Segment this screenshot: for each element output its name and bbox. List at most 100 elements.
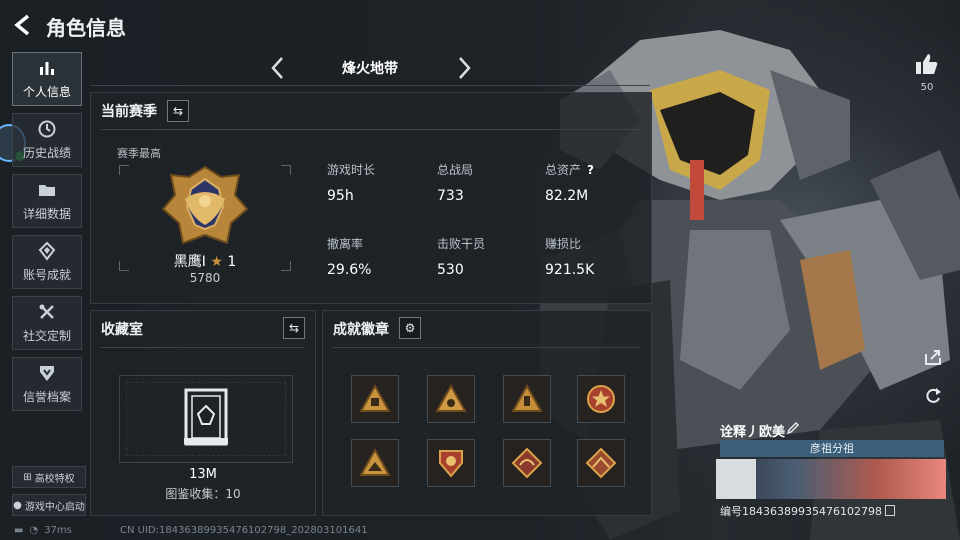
avatar[interactable] <box>716 459 756 499</box>
player-id: 编号18436389935476102798 <box>720 505 882 518</box>
left-nav: 个人信息 历史战绩 详细数据 账号成就 社交定制 信誉档案 <box>12 52 82 418</box>
top-bar: 角色信息 <box>0 0 960 50</box>
stat-value: 733 <box>437 188 464 204</box>
nav-item-social[interactable]: 社交定制 <box>12 296 82 350</box>
season-title: 当前赛季 <box>101 104 157 120</box>
stat-value: 921.5K <box>545 262 595 278</box>
next-map-chevron-icon[interactable] <box>454 55 474 81</box>
nav-label: 个人信息 <box>22 85 71 99</box>
rank-name-row: 黑鹰Ⅰ ★ 1 <box>119 251 291 271</box>
nav-label: 社交定制 <box>22 329 71 343</box>
rank-name: 黑鹰Ⅰ <box>173 254 206 270</box>
stat-total-matches: 总战局 733 <box>437 161 547 204</box>
star-icon: ★ <box>210 254 223 270</box>
folder-icon <box>39 185 55 196</box>
shield-badge-icon <box>439 450 463 478</box>
stat-value: 95h <box>327 188 354 204</box>
campus-privilege-button[interactable]: ⊞ 高校特权 <box>12 466 86 488</box>
map-name: 烽火地带 <box>342 61 398 77</box>
like-button[interactable]: 50 <box>912 52 942 93</box>
stat-kills: 击败干员 530 <box>437 235 547 278</box>
wifi-icon: ◔ <box>29 525 39 536</box>
collection-title: 收藏室 <box>101 322 143 338</box>
achievements-title: 成就徽章 <box>333 322 389 338</box>
nav-item-history[interactable]: 历史战绩 <box>12 113 82 167</box>
refresh-button[interactable] <box>920 383 946 409</box>
tools-icon <box>39 304 54 319</box>
stat-value: 29.6% <box>327 262 372 278</box>
diamond-badge-icon <box>585 447 617 479</box>
triangle-badge-icon <box>359 447 391 476</box>
uid-footer: CN UID:18436389935476102798_202803101641 <box>120 525 368 536</box>
vault-frame[interactable] <box>119 375 293 463</box>
star-badge-icon <box>587 385 615 413</box>
campus-label: 高校特权 <box>34 473 75 485</box>
achievement-badge[interactable] <box>351 439 399 487</box>
nav-label: 详细数据 <box>22 207 71 221</box>
stat-value: 82.2M <box>545 188 589 204</box>
nav-item-profile[interactable]: 个人信息 <box>12 52 82 106</box>
campus-icon: ⊞ <box>23 471 32 483</box>
stat-label-row: 总资产? <box>545 161 655 178</box>
achievement-badge[interactable] <box>577 375 625 423</box>
swap-icon: ⇆ <box>172 104 184 118</box>
diamond-badge-icon <box>511 447 543 479</box>
player-name: 诠释丿欧美 <box>720 425 786 440</box>
frame-corner <box>281 165 291 175</box>
medal-icon <box>38 241 56 261</box>
nav-item-details[interactable]: 详细数据 <box>12 174 82 228</box>
season-swap-button[interactable]: ⇆ <box>167 100 189 122</box>
achievements-divider <box>333 347 641 348</box>
collection-swap-button[interactable]: ⇆ <box>283 317 305 339</box>
share-button[interactable] <box>920 344 946 370</box>
status-bar: ▬ ◔ 37ms <box>14 525 72 536</box>
achievement-badge[interactable] <box>577 439 625 487</box>
stat-extract-rate: 撤离率 29.6% <box>327 235 437 278</box>
share-icon <box>925 350 941 365</box>
refresh-icon <box>926 388 941 403</box>
guild-name[interactable]: 彦祖分祖 <box>720 440 944 457</box>
triangle-badge-icon <box>359 383 391 412</box>
collection-count: 图鉴收集：10 <box>165 487 241 501</box>
edit-pencil-icon[interactable] <box>786 421 800 435</box>
rank-score: 5780 <box>189 271 221 285</box>
page-title: 角色信息 <box>46 16 126 40</box>
stat-label: 游戏时长 <box>327 163 376 177</box>
achievements-settings-button[interactable]: ⚙ <box>399 317 421 339</box>
help-icon[interactable]: ? <box>587 163 594 177</box>
achievement-badge[interactable] <box>503 375 551 423</box>
nav-item-credit[interactable]: 信誉档案 <box>12 357 82 411</box>
achievement-badge[interactable] <box>427 439 475 487</box>
stat-total-assets: 总资产? 82.2M <box>545 161 655 204</box>
stat-label: 总资产 <box>545 163 582 177</box>
stat-label: 击败干员 <box>437 237 486 251</box>
stat-playtime: 游戏时长 95h <box>327 161 437 204</box>
stat-profit-ratio: 赚损比 921.5K <box>545 235 655 278</box>
battery-icon: ▬ <box>14 525 24 536</box>
map-selector: 烽火地带 <box>90 50 650 86</box>
achievement-badge[interactable] <box>427 375 475 423</box>
user-icon: ● <box>13 499 22 511</box>
season-best-label: 赛季最高 <box>117 147 161 160</box>
swap-icon: ⇆ <box>288 321 300 335</box>
vault-icon <box>184 388 228 446</box>
player-banner <box>716 459 946 499</box>
gear-icon: ⚙ <box>404 321 416 335</box>
collection-panel: 收藏室 ⇆ 13M 图鉴收集：10 <box>90 310 316 516</box>
back-arrow-icon[interactable] <box>12 13 34 37</box>
stat-label: 总战局 <box>437 163 474 177</box>
copy-icon[interactable] <box>884 505 895 516</box>
bar-chart-icon <box>40 62 54 75</box>
game-center-button[interactable]: ● 游戏中心启动 <box>12 494 86 516</box>
rank-star-count: 1 <box>227 254 237 270</box>
season-panel: 当前赛季 ⇆ 赛季最高 黑鹰Ⅰ ★ 1 5780 游戏时长 95h 总战局 73… <box>90 92 652 304</box>
ping-value: 37ms <box>44 525 72 536</box>
frame-corner <box>119 165 129 175</box>
nav-item-achievements[interactable]: 账号成就 <box>12 235 82 289</box>
stat-value: 530 <box>437 262 464 278</box>
collection-value: 13M <box>189 467 217 482</box>
shield-icon <box>40 366 54 381</box>
achievement-badge[interactable] <box>503 439 551 487</box>
stat-label: 赚损比 <box>545 237 582 251</box>
achievement-badge[interactable] <box>351 375 399 423</box>
